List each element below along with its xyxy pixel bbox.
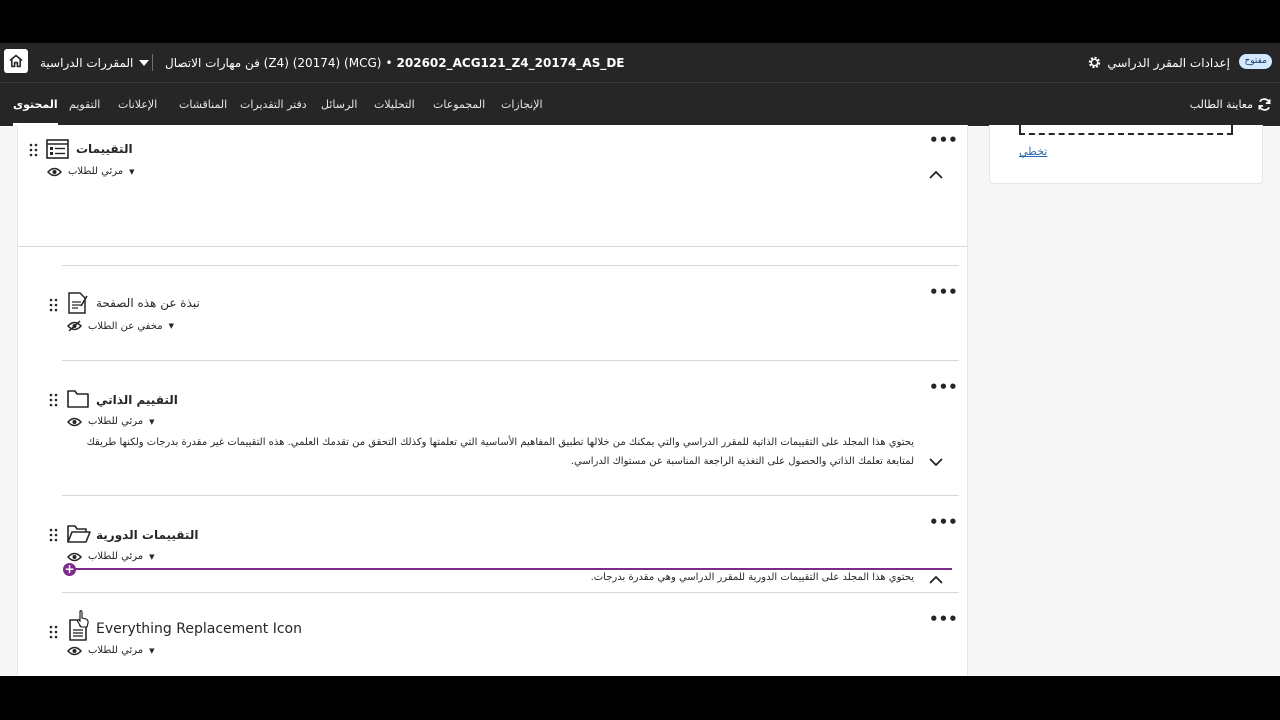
document-edit-icon [68,292,88,314]
student-preview-label: معاينة الطالب [1189,98,1253,111]
item-title[interactable]: Everything Replacement Icon [96,621,302,637]
drop-zone [1019,125,1233,135]
eye-icon [67,552,82,561]
more-options-icon[interactable]: ••• [929,378,958,396]
divider [18,246,967,247]
visibility-label: مخفي عن الطلاب [88,320,163,332]
refresh-icon [1258,98,1271,111]
tab-content[interactable]: المحتوى [13,83,58,126]
caret-down-icon: ▼ [149,417,155,426]
course-name: فن مهارات الاتصال (Z4) (20174) (MCG) [165,55,382,70]
app-frame: المقررات الدراسية فن مهارات الاتصال (Z4)… [0,43,1280,676]
folder-open-icon [67,525,91,543]
divider [62,592,959,593]
drag-handle-icon[interactable] [49,393,58,407]
skip-link[interactable]: تخطي [1019,145,1047,158]
tab-achievements[interactable]: الإنجازات [501,83,543,126]
drag-handle-icon[interactable] [49,298,58,312]
course-status-badge[interactable]: مفتوح [1239,54,1272,69]
item-description: يحتوي هذا المجلد على التقييمات الذاتية ل… [86,437,914,467]
tab-messages[interactable]: الرسائل [321,83,357,126]
course-title: فن مهارات الاتصال (Z4) (20174) (MCG) • 2… [165,43,625,82]
course-settings-button[interactable]: إعدادات المقرر الدراسي [1087,43,1230,82]
tab-groups[interactable]: المجموعات [433,83,485,126]
item-title[interactable]: التقييم الذاتي [96,393,178,407]
item-title[interactable]: نبذة عن هذه الصفحة [96,296,200,310]
more-options-icon[interactable]: ••• [929,610,958,628]
more-options-icon[interactable]: ••• [929,513,958,531]
caret-down-icon [139,59,150,66]
visibility-label: مرئي للطلاب [88,645,144,656]
divider [152,54,153,71]
visibility-menu[interactable]: مرئي للطلاب ▼ [47,166,135,177]
eye-icon [67,646,82,655]
item-description: يحتوي هذا المجلد على التقييمات الدورية ل… [590,572,914,583]
visibility-menu[interactable]: مخفي عن الطلاب ▼ [67,320,174,332]
content-panel: التقييمات مرئي للطلاب ▼ ••• نبذة عن هذه … [17,125,968,676]
top-bar: المقررات الدراسية فن مهارات الاتصال (Z4)… [0,43,1280,82]
course-nav: المحتوى التقويم الإعلانات المناقشات دفتر… [0,82,1280,126]
more-options-icon[interactable]: ••• [929,283,958,301]
caret-down-icon: ▼ [149,646,155,655]
item-title[interactable]: التقييمات الدورية [96,528,198,542]
courses-menu[interactable]: المقررات الدراسية [40,43,150,82]
visibility-menu[interactable]: مرئي للطلاب ▼ [67,551,155,562]
home-button[interactable] [4,49,28,73]
caret-down-icon: ▼ [149,552,155,561]
insert-content-line[interactable] [64,568,952,570]
chevron-down-icon[interactable] [929,458,943,467]
course-settings-label: إعدادات المقرر الدراسي [1107,55,1230,70]
chevron-up-icon[interactable] [929,170,943,179]
divider [62,265,959,266]
student-preview-button[interactable]: معاينة الطالب [1190,83,1272,126]
course-code: 202602_ACG121_Z4_20174_AS_DE [396,55,625,70]
tab-announcements[interactable]: الإعلانات [118,83,157,126]
visibility-label: مرئي للطلاب [68,166,124,177]
add-content-button[interactable]: + [63,563,76,576]
visibility-label: مرئي للطلاب [88,551,144,562]
caret-down-icon: ▼ [168,322,174,330]
tab-discussions[interactable]: المناقشات [179,83,227,126]
title-separator: • [385,55,393,70]
drag-handle-icon[interactable] [49,625,58,639]
tab-gradebook[interactable]: دفتر التقديرات [240,83,307,126]
gear-icon [1089,56,1101,69]
more-options-icon[interactable]: ••• [929,131,958,149]
folder-icon [67,390,89,408]
drag-handle-icon[interactable] [49,528,58,542]
drag-handle-icon[interactable] [29,143,38,157]
eye-slash-icon [67,320,82,332]
courses-menu-label: المقررات الدراسية [40,55,134,70]
chevron-up-icon[interactable] [929,575,943,584]
eye-icon [67,417,82,426]
caret-down-icon: ▼ [129,167,135,176]
divider [62,360,959,361]
hand-cursor-icon [76,610,89,628]
folder-title[interactable]: التقييمات [76,142,133,156]
divider [62,495,959,496]
visibility-menu[interactable]: مرئي للطلاب ▼ [67,416,155,427]
side-panel: تخطي [989,125,1263,184]
tab-calendar[interactable]: التقويم [69,83,100,126]
visibility-label: مرئي للطلاب [88,416,144,427]
tab-analytics[interactable]: التحليلات [374,83,415,126]
eye-icon [47,167,62,176]
home-icon [9,54,23,68]
visibility-menu[interactable]: مرئي للطلاب ▼ [67,645,155,656]
test-list-icon [46,139,69,159]
